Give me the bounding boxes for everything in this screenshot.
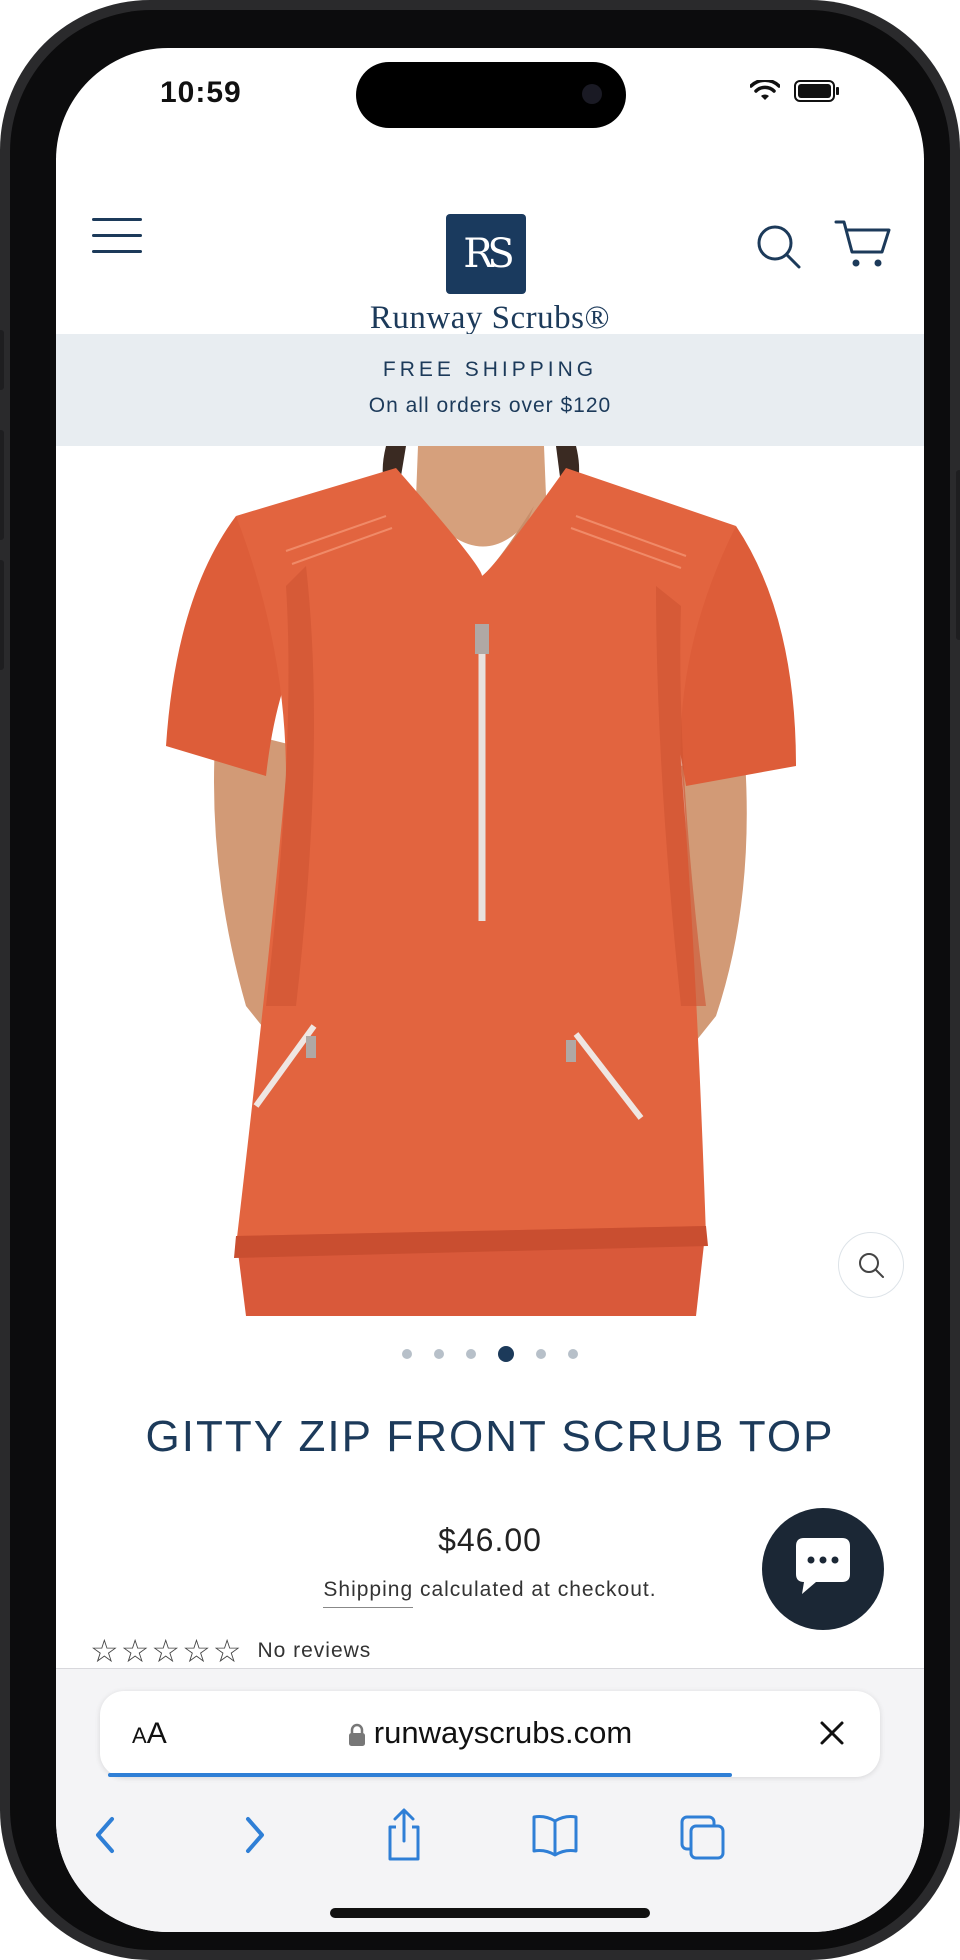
reviews[interactable]: ☆☆☆☆☆ No reviews <box>90 1632 371 1670</box>
chat-icon <box>796 1538 850 1594</box>
home-indicator <box>330 1908 650 1918</box>
dynamic-island <box>356 62 626 128</box>
zoom-button[interactable] <box>838 1232 904 1298</box>
shipping-link[interactable]: Shipping <box>323 1578 414 1608</box>
cart-icon[interactable] <box>834 218 892 270</box>
page-load-progress <box>108 1773 732 1777</box>
banner-subtitle: On all orders over $120 <box>368 394 612 417</box>
shipping-text: calculated at checkout. <box>413 1578 657 1601</box>
back-icon[interactable] <box>90 1813 120 1857</box>
screen: 10:59 RS Runway Scrubs® FREE SHIPPING On… <box>56 48 924 1932</box>
search-icon[interactable] <box>756 224 802 270</box>
forward-icon[interactable] <box>240 1813 270 1857</box>
bookmarks-icon[interactable] <box>530 1813 580 1857</box>
status-bar: 10:59 <box>56 48 924 158</box>
menu-icon[interactable] <box>92 218 148 258</box>
status-icons <box>750 80 840 102</box>
lock-icon <box>348 1723 365 1746</box>
chat-button[interactable] <box>762 1508 884 1630</box>
mute-switch <box>0 330 4 390</box>
carousel-dot-active[interactable] <box>498 1346 514 1362</box>
phone-bezel: 10:59 RS Runway Scrubs® FREE SHIPPING On… <box>10 10 950 1950</box>
url-text: runwayscrubs.com <box>373 1715 633 1750</box>
product-image[interactable] <box>56 446 924 1316</box>
volume-up-button <box>0 430 4 540</box>
reviews-label: No reviews <box>257 1639 372 1662</box>
front-camera <box>582 84 602 104</box>
carousel-dots <box>56 1346 924 1362</box>
carousel-dot[interactable] <box>466 1349 476 1359</box>
scrub-top-illustration <box>166 446 796 1316</box>
battery-icon <box>794 80 839 102</box>
wifi-icon <box>750 80 780 100</box>
carousel-dot[interactable] <box>402 1349 412 1359</box>
banner-title: FREE SHIPPING <box>382 358 598 381</box>
power-button <box>956 470 960 640</box>
browser-toolbar <box>56 1808 924 1873</box>
phone-frame: 10:59 RS Runway Scrubs® FREE SHIPPING On… <box>0 0 960 1960</box>
product-title: GITTY ZIP FRONT SCRUB TOP <box>145 1412 835 1461</box>
rating-stars: ☆☆☆☆☆ <box>90 1632 244 1670</box>
url-display[interactable]: runwayscrubs.com <box>100 1715 880 1751</box>
carousel-dot[interactable] <box>536 1349 546 1359</box>
carousel-dot[interactable] <box>434 1349 444 1359</box>
address-bar[interactable]: AA runwayscrubs.com <box>100 1691 880 1777</box>
carousel-dot[interactable] <box>568 1349 578 1359</box>
volume-down-button <box>0 560 4 670</box>
share-icon[interactable] <box>382 1807 426 1863</box>
status-time: 10:59 <box>160 76 242 109</box>
browser-bottom-bar: AA runwayscrubs.com <box>56 1668 924 1932</box>
free-shipping-banner: FREE SHIPPING On all orders over $120 <box>56 334 924 446</box>
logo-wordmark[interactable]: Runway Scrubs® <box>56 300 924 337</box>
site-header: RS Runway Scrubs® <box>56 158 924 337</box>
close-icon[interactable] <box>812 1713 852 1753</box>
zoom-icon <box>859 1253 884 1278</box>
tabs-icon[interactable] <box>678 1813 728 1863</box>
logo-monogram[interactable]: RS <box>446 214 526 294</box>
